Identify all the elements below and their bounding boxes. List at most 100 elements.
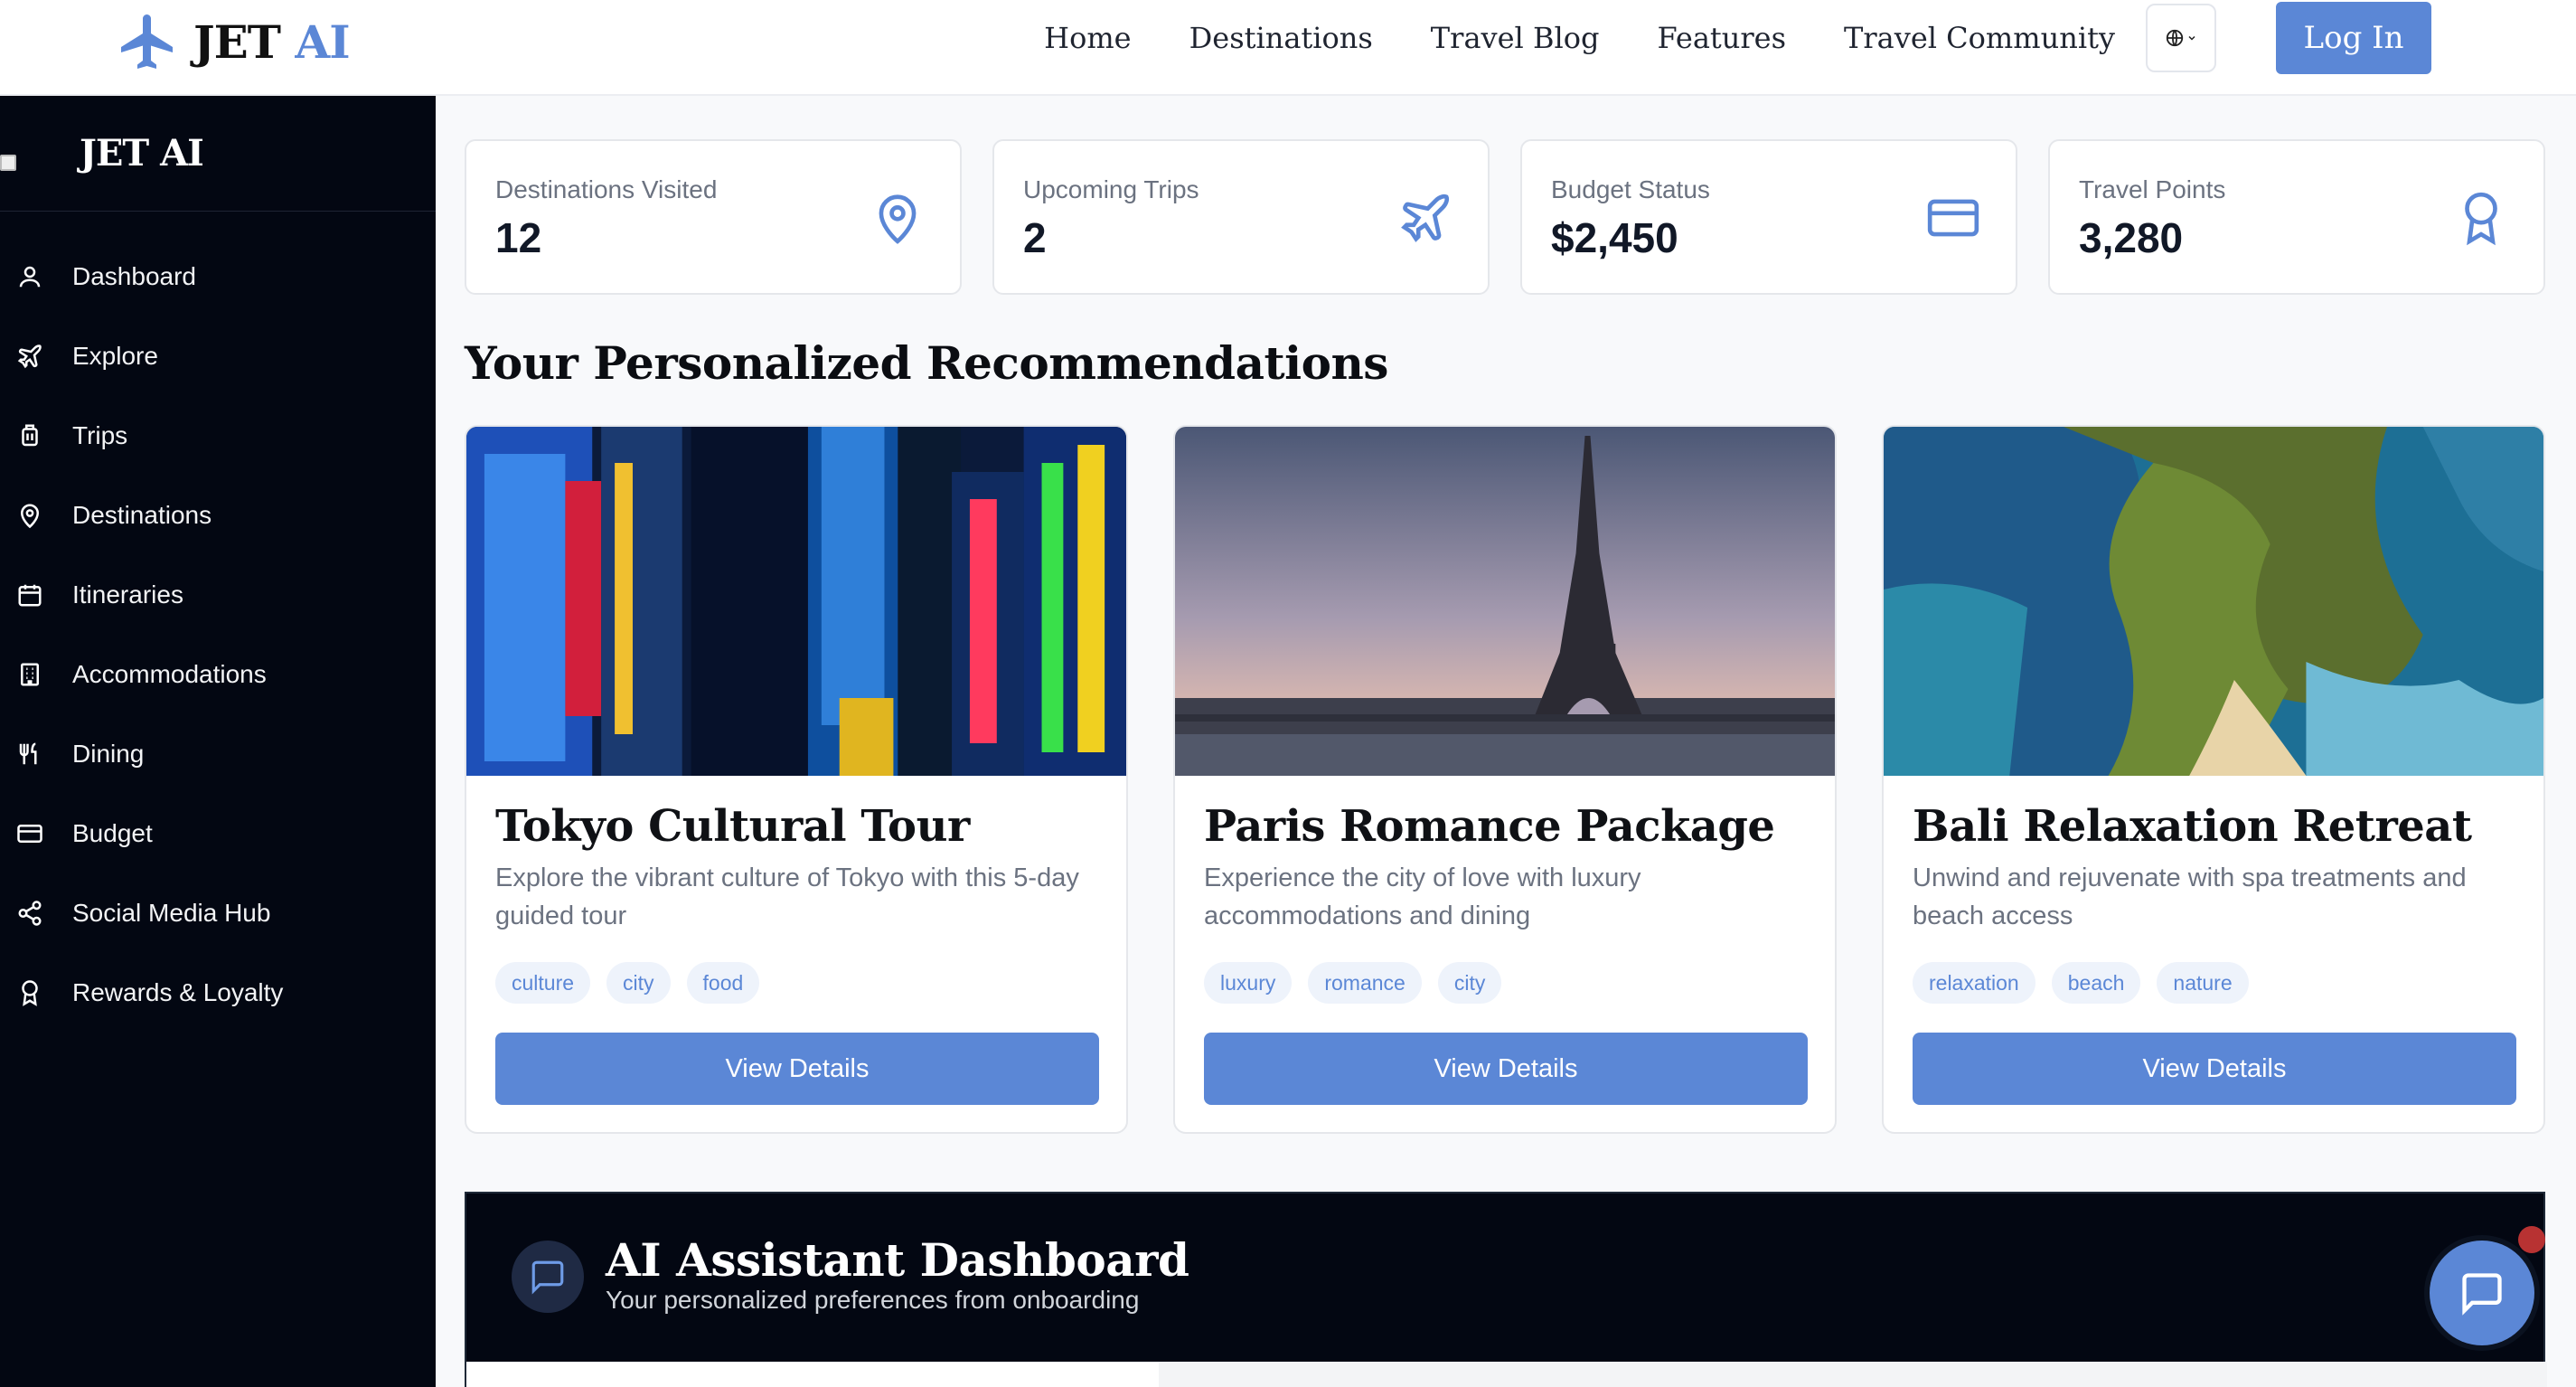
bali-coast-image — [1884, 427, 2543, 776]
tag-list: luxury romance city — [1204, 962, 1502, 1004]
stat-label: Destinations Visited — [495, 175, 718, 203]
tag: beach — [2051, 962, 2141, 1004]
sidebar-item-social-media-hub[interactable]: Social Media Hub — [0, 873, 436, 953]
tag: romance — [1308, 962, 1422, 1004]
card-title: Paris Romance Package — [1204, 801, 1775, 852]
tag-list: culture city food — [495, 962, 760, 1004]
sidebar-item-destinations[interactable]: Destinations — [0, 476, 436, 555]
sidebar-item-label: Destinations — [72, 501, 212, 529]
language-selector-button[interactable] — [2146, 4, 2216, 72]
recommendation-card-paris: Paris Romance Package Experience the cit… — [1173, 425, 1837, 1134]
stat-label: Upcoming Trips — [1023, 175, 1199, 203]
user-icon — [19, 266, 41, 288]
tag: city — [606, 962, 671, 1004]
plane-logo-icon — [121, 14, 173, 69]
luggage-icon — [22, 424, 38, 447]
nav-link-travel-blog[interactable]: Travel Blog — [1431, 21, 1600, 55]
nav-link-home[interactable]: Home — [1044, 21, 1131, 55]
stat-card-travel-points: Travel Points 3,280 — [2048, 139, 2545, 295]
card-description: Experience the city of love with luxury … — [1204, 863, 1641, 930]
stat-card-destinations-visited: Destinations Visited 12 — [465, 139, 962, 295]
ai-assistant-avatar — [512, 1241, 584, 1313]
card-description: Explore the vibrant culture of Tokyo wit… — [495, 863, 1079, 930]
sidebar-item-label: Dashboard — [72, 262, 196, 290]
brand-logo[interactable]: JET AI — [116, 7, 351, 76]
sidebar-item-label: Dining — [72, 740, 145, 768]
recommendation-card-tokyo: Tokyo Cultural Tour Explore the vibrant … — [465, 425, 1128, 1134]
credit-card-icon — [1927, 199, 1979, 237]
sidebar-item-explore[interactable]: Explore — [0, 316, 436, 396]
tokyo-street-image — [466, 427, 1126, 776]
sidebar-item-label: Rewards & Loyalty — [72, 978, 284, 1006]
tag: nature — [2157, 962, 2249, 1004]
sidebar-item-dining[interactable]: Dining — [0, 714, 436, 794]
tag: city — [1437, 962, 1502, 1004]
globe-icon — [2166, 29, 2184, 47]
nav-link-travel-community[interactable]: Travel Community — [1844, 21, 2115, 55]
view-details-button[interactable]: View Details — [495, 1033, 1099, 1105]
stat-card-budget-status: Budget Status $2,450 — [1520, 139, 2017, 295]
stat-value: $2,450 — [1551, 214, 1678, 261]
sidebar-item-label: Budget — [72, 819, 153, 847]
sidebar-item-itineraries[interactable]: Itineraries — [0, 555, 436, 635]
notification-badge — [2518, 1226, 2545, 1253]
ai-assistant-title: AI Assistant Dashboard — [606, 1233, 1189, 1287]
login-button[interactable]: Log In — [2276, 2, 2431, 74]
brand-name: JET AI — [193, 14, 351, 69]
stat-value: 3,280 — [2079, 214, 2184, 261]
recommendation-card-bali: Bali Relaxation Retreat Unwind and rejuv… — [1882, 425, 2545, 1134]
ai-assistant-panel: AI Assistant Dashboard Your personalized… — [465, 1192, 2547, 1387]
map-pin-icon — [20, 504, 40, 529]
broken-logo-image — [0, 127, 60, 180]
sidebar-brand-name: JET AI — [80, 132, 204, 175]
sidebar-item-accommodations[interactable]: Accommodations — [0, 635, 436, 714]
sidebar-item-label: Explore — [72, 342, 158, 370]
card-description: Unwind and rejuvenate with spa treatment… — [1913, 863, 2467, 930]
sidebar-item-rewards-loyalty[interactable]: Rewards & Loyalty — [0, 953, 436, 1033]
stat-value: 12 — [495, 214, 542, 261]
map-pin-icon — [879, 194, 917, 244]
view-details-button[interactable]: View Details — [1204, 1033, 1808, 1105]
stat-label: Travel Points — [2079, 175, 2226, 203]
nav-link-destinations[interactable]: Destinations — [1189, 21, 1373, 55]
paris-eiffel-image — [1175, 427, 1835, 776]
stat-value: 2 — [1023, 214, 1047, 261]
award-icon — [2465, 192, 2497, 246]
sidebar-item-label: Social Media Hub — [72, 899, 271, 927]
top-navbar: JET AI Home Destinations Travel Blog Fea… — [0, 0, 2576, 96]
stat-card-upcoming-trips: Upcoming Trips 2 — [992, 139, 1490, 295]
tag-list: relaxation beach nature — [1913, 962, 2249, 1004]
sidebar-item-budget[interactable]: Budget — [0, 794, 436, 873]
broken-image-icon — [0, 154, 16, 171]
sidebar-item-label: Trips — [72, 421, 128, 449]
nav-link-features[interactable]: Features — [1657, 21, 1786, 55]
message-icon — [531, 1260, 564, 1295]
utensils-icon — [19, 742, 37, 765]
calendar-icon — [18, 584, 42, 607]
sidebar-item-trips[interactable]: Trips — [0, 396, 436, 476]
share-icon — [18, 901, 42, 926]
tag: culture — [495, 962, 591, 1004]
sidebar: JET AI Dashboard Explore Trips Destinati… — [0, 96, 436, 1387]
sidebar-item-dashboard[interactable]: Dashboard — [0, 237, 436, 316]
chat-button[interactable] — [2430, 1241, 2534, 1345]
plane-icon — [1401, 193, 1450, 242]
plane-icon — [17, 344, 42, 369]
award-icon — [22, 980, 38, 1006]
stat-label: Budget Status — [1551, 175, 1710, 203]
ai-panel-content-right — [1159, 1362, 2547, 1387]
tag: food — [686, 962, 760, 1004]
sidebar-item-label: Itineraries — [72, 580, 183, 609]
card-title: Tokyo Cultural Tour — [495, 801, 970, 852]
building-icon — [21, 663, 39, 686]
chevron-down-icon — [2188, 35, 2195, 41]
credit-card-icon — [17, 825, 42, 843]
message-icon — [2462, 1273, 2502, 1316]
tag: luxury — [1204, 962, 1293, 1004]
recommendations-title: Your Personalized Recommendations — [465, 336, 1388, 390]
sidebar-menu: Dashboard Explore Trips Destinations Iti… — [0, 212, 436, 1033]
card-title: Bali Relaxation Retreat — [1913, 801, 2472, 852]
view-details-button[interactable]: View Details — [1913, 1033, 2516, 1105]
main-nav: Home Destinations Travel Blog Features T… — [1044, 16, 2115, 60]
sidebar-brand[interactable]: JET AI — [0, 96, 436, 212]
